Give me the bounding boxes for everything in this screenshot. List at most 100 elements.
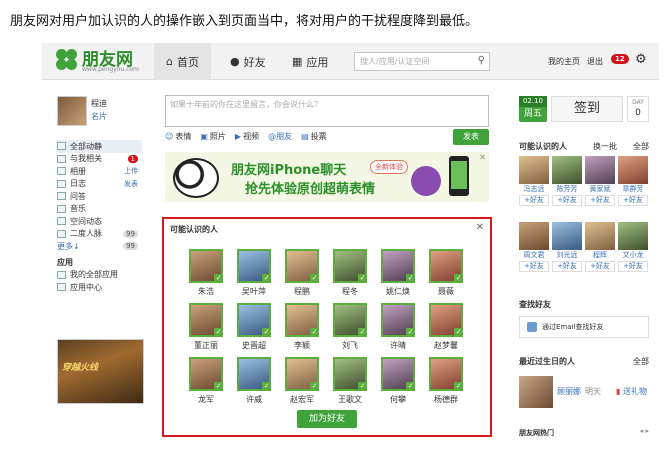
person-card[interactable]: ✓ 吴叶萍 bbox=[236, 249, 272, 297]
pymk-card[interactable]: 文小龙 +好友 bbox=[618, 222, 648, 272]
sidebar-item-app-center[interactable]: 应用中心 bbox=[57, 281, 142, 294]
user-avatar[interactable] bbox=[57, 96, 87, 126]
check-icon[interactable]: ✓ bbox=[262, 328, 271, 337]
check-icon[interactable]: ✓ bbox=[406, 382, 415, 391]
pymk-card[interactable]: 陈芳芳 +好友 bbox=[552, 156, 582, 206]
person-photo[interactable]: ✓ bbox=[285, 249, 319, 283]
user-name[interactable]: 程迪 bbox=[91, 98, 107, 109]
close-icon[interactable]: ✕ bbox=[479, 153, 486, 162]
person-card[interactable]: ✓ 史晋超 bbox=[236, 303, 272, 351]
person-photo[interactable]: ✓ bbox=[333, 249, 367, 283]
person-photo[interactable]: ✓ bbox=[381, 249, 415, 283]
person-photo[interactable]: ✓ bbox=[189, 303, 223, 337]
logout-link[interactable]: 退出 bbox=[587, 56, 603, 67]
status-input[interactable]: 如果十年前的你在这里留言，你会说什么？ bbox=[165, 95, 489, 127]
pymk-avatar[interactable] bbox=[552, 222, 582, 250]
check-icon[interactable]: ✓ bbox=[214, 274, 223, 283]
person-photo[interactable]: ✓ bbox=[429, 357, 463, 391]
pymk-name[interactable]: 章群芳 bbox=[618, 184, 648, 194]
person-photo[interactable]: ✓ bbox=[429, 303, 463, 337]
pymk-name[interactable]: 文小龙 bbox=[618, 250, 648, 260]
person-photo[interactable]: ✓ bbox=[333, 303, 367, 337]
add-friend-small-button[interactable]: +好友 bbox=[519, 261, 549, 272]
birthday-avatar[interactable] bbox=[519, 376, 553, 408]
person-card[interactable]: ✓ 许威 bbox=[236, 357, 272, 405]
email-find-button[interactable]: 通过Email查找好友 bbox=[519, 316, 649, 338]
nav-friends[interactable]: ● 好友 bbox=[218, 43, 278, 80]
carousel-nav[interactable]: ◂ ▸ bbox=[640, 427, 649, 435]
pymk-name[interactable]: 冯志远 bbox=[519, 184, 549, 194]
add-friend-small-button[interactable]: +好友 bbox=[552, 195, 582, 206]
person-card[interactable]: ✓ 董正丽 bbox=[188, 303, 224, 351]
pymk-avatar[interactable] bbox=[552, 156, 582, 184]
add-friend-button[interactable]: 加为好友 bbox=[297, 410, 357, 428]
person-card[interactable]: ✓ 何攀 bbox=[380, 357, 416, 405]
person-card[interactable]: ✓ 赵梦馨 bbox=[428, 303, 464, 351]
emoji-tool[interactable]: ☺ 表情 bbox=[165, 131, 191, 142]
person-photo[interactable]: ✓ bbox=[381, 303, 415, 337]
check-icon[interactable]: ✓ bbox=[214, 382, 223, 391]
nav-home[interactable]: ⌂ 首页 bbox=[154, 43, 211, 80]
birthday-name[interactable]: 顾丽娜 bbox=[557, 386, 581, 397]
pymk-avatar[interactable] bbox=[519, 222, 549, 250]
person-photo[interactable]: ✓ bbox=[285, 357, 319, 391]
search-input[interactable]: 搜人/应用/认证空间 ⚲ bbox=[354, 52, 490, 71]
pymk-card[interactable]: 章群芳 +好友 bbox=[618, 156, 648, 206]
sidebar-item-all-feeds[interactable]: 全部动静 bbox=[57, 140, 142, 153]
person-card[interactable]: ✓ 杨德群 bbox=[428, 357, 464, 405]
close-icon[interactable]: ✕ bbox=[476, 222, 484, 233]
person-photo[interactable]: ✓ bbox=[189, 249, 223, 283]
person-card[interactable]: ✓ 程冬 bbox=[332, 249, 368, 297]
pymk-card[interactable]: 冯志远 +好友 bbox=[519, 156, 549, 206]
person-photo[interactable]: ✓ bbox=[237, 249, 271, 283]
photo-tool[interactable]: ▣ 照片 bbox=[200, 131, 226, 142]
person-card[interactable]: ✓ 李颖 bbox=[284, 303, 320, 351]
sidebar-item-my-apps[interactable]: 我的全部应用 bbox=[57, 269, 142, 282]
add-friend-small-button[interactable]: +好友 bbox=[519, 195, 549, 206]
nav-apps[interactable]: ▦ 应用 bbox=[280, 43, 340, 80]
person-card[interactable]: ✓ 聂薇 bbox=[428, 249, 464, 297]
person-card[interactable]: ✓ 刘飞 bbox=[332, 303, 368, 351]
person-photo[interactable]: ✓ bbox=[237, 303, 271, 337]
pymk-card[interactable]: 周文君 +好友 bbox=[519, 222, 549, 272]
pymk-card[interactable]: 刘光远 +好友 bbox=[552, 222, 582, 272]
publish-button[interactable]: 发表 bbox=[453, 129, 489, 145]
sidebar-item-qa[interactable]: 问答 bbox=[57, 190, 142, 203]
person-photo[interactable]: ✓ bbox=[189, 357, 223, 391]
check-icon[interactable]: ✓ bbox=[358, 328, 367, 337]
vote-tool[interactable]: ▤ 投票 bbox=[301, 131, 327, 142]
signin-button[interactable]: 签到 bbox=[551, 96, 623, 122]
check-icon[interactable]: ✓ bbox=[358, 274, 367, 283]
person-photo[interactable]: ✓ bbox=[381, 357, 415, 391]
check-icon[interactable]: ✓ bbox=[358, 382, 367, 391]
add-friend-small-button[interactable]: +好友 bbox=[552, 261, 582, 272]
check-icon[interactable]: ✓ bbox=[214, 328, 223, 337]
pymk-card[interactable]: 黄家斌 +好友 bbox=[585, 156, 615, 206]
check-icon[interactable]: ✓ bbox=[454, 328, 463, 337]
pymk-name[interactable]: 陈芳芳 bbox=[552, 184, 582, 194]
check-icon[interactable]: ✓ bbox=[310, 328, 319, 337]
pymk-all-link[interactable]: 全部 bbox=[633, 141, 649, 152]
add-friend-small-button[interactable]: +好友 bbox=[585, 261, 615, 272]
card-link[interactable]: 名片 bbox=[91, 111, 107, 122]
gear-icon[interactable]: ⚙ bbox=[635, 52, 647, 67]
pymk-name[interactable]: 刘光远 bbox=[552, 250, 582, 260]
check-icon[interactable]: ✓ bbox=[262, 274, 271, 283]
birthday-all-link[interactable]: 全部 bbox=[633, 356, 649, 367]
person-photo[interactable]: ✓ bbox=[285, 303, 319, 337]
person-card[interactable]: ✓ 程鹏 bbox=[284, 249, 320, 297]
sidebar-item-music[interactable]: 音乐 bbox=[57, 203, 142, 216]
person-card[interactable]: ✓ 朱浩 bbox=[188, 249, 224, 297]
person-card[interactable]: ✓ 许晴 bbox=[380, 303, 416, 351]
pymk-name[interactable]: 程辉 bbox=[585, 250, 615, 260]
send-gift-link[interactable]: ▮ 送礼物 bbox=[616, 386, 647, 397]
pymk-avatar[interactable] bbox=[618, 156, 648, 184]
sidebar-item-space[interactable]: 空间动态 bbox=[57, 215, 142, 228]
pymk-avatar[interactable] bbox=[585, 156, 615, 184]
more-link[interactable]: 更多↓ bbox=[57, 241, 80, 252]
pymk-name[interactable]: 黄家斌 bbox=[585, 184, 615, 194]
sidebar-item-related[interactable]: 与我相关 1 bbox=[57, 153, 142, 166]
pymk-name[interactable]: 周文君 bbox=[519, 250, 549, 260]
check-icon[interactable]: ✓ bbox=[406, 328, 415, 337]
person-card[interactable]: ✓ 赵宏军 bbox=[284, 357, 320, 405]
